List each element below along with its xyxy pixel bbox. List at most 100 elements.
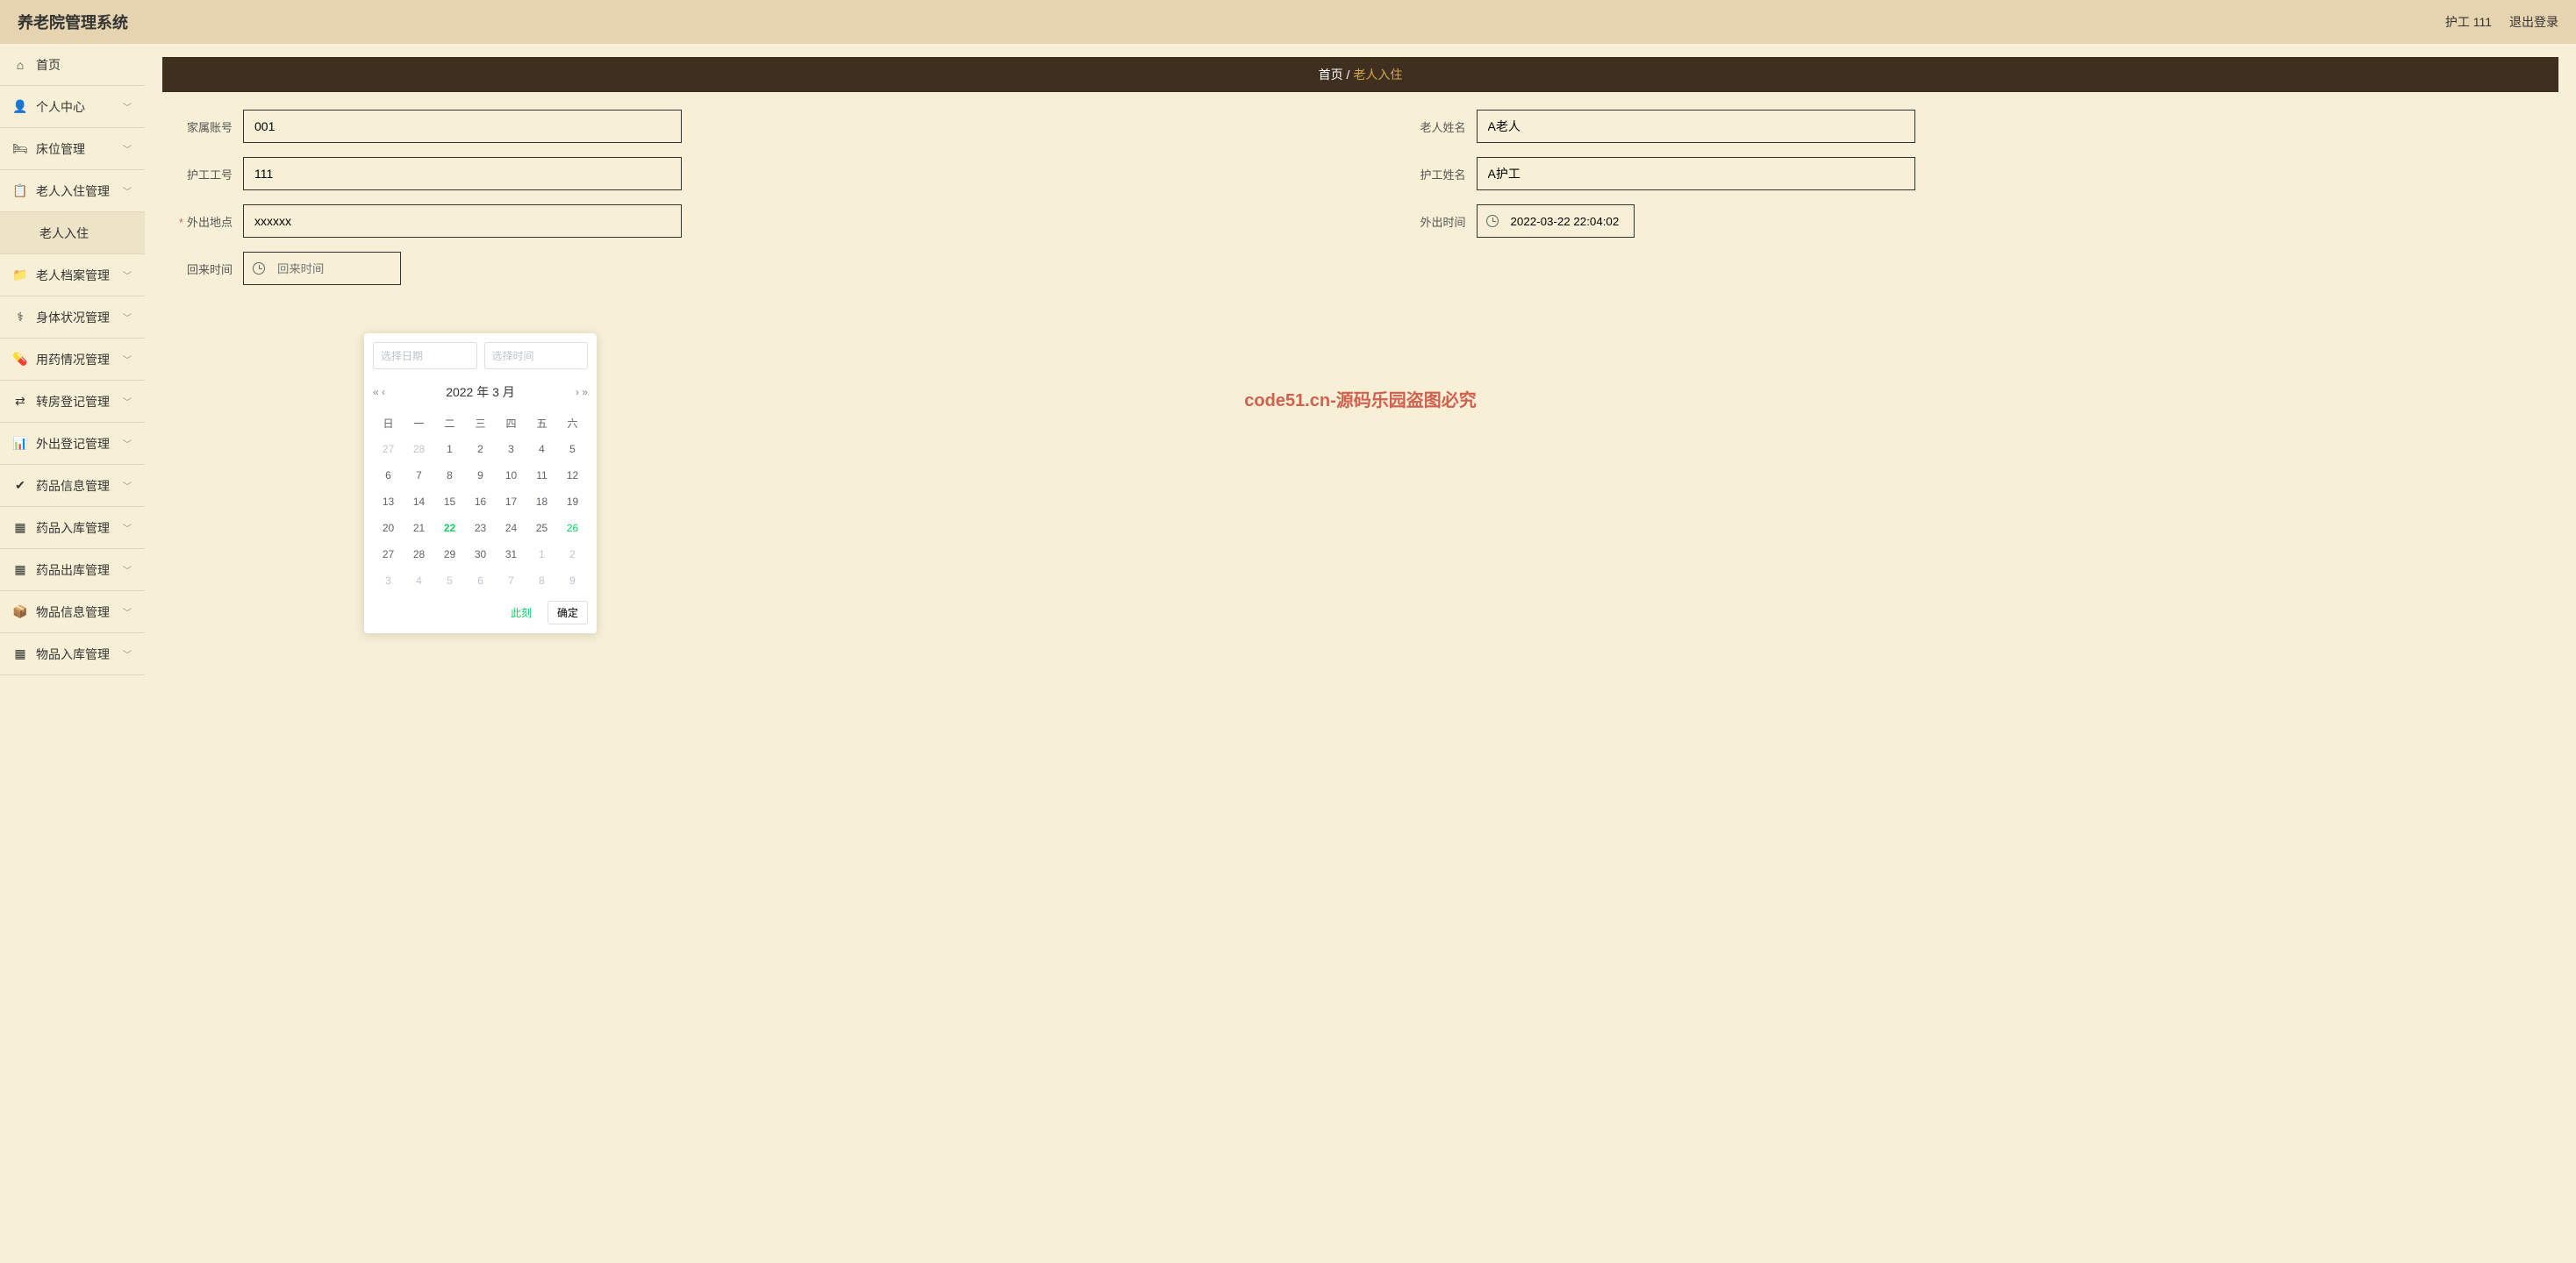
dp-day[interactable]: 15 [434,489,465,515]
dp-day[interactable]: 28 [404,436,434,462]
dp-day[interactable]: 8 [526,567,557,594]
dp-day[interactable]: 23 [465,515,496,541]
dp-day[interactable]: 13 [373,489,404,515]
clock-icon [253,262,265,275]
dp-day[interactable]: 8 [434,462,465,489]
logout-link[interactable]: 退出登录 [2509,13,2558,31]
sidebar-item-1[interactable]: 👤个人中心﹀ [0,86,145,128]
chevron-down-icon: ﹀ [123,353,132,366]
sidebar: ⌂首页👤个人中心﹀🛏床位管理﹀📋老人入住管理﹀ 老人入住 📁老人档案管理﹀⚕身体状况… [0,44,145,1263]
sidebar-item-3[interactable]: 📋老人入住管理﹀ [0,170,145,212]
dp-day[interactable]: 2 [465,436,496,462]
dp-day[interactable]: 16 [465,489,496,515]
family-account-label: 家属账号 [162,118,233,135]
dp-day[interactable]: 9 [465,462,496,489]
dp-day[interactable]: 1 [526,541,557,567]
dp-day[interactable]: 2 [557,541,588,567]
dp-day[interactable]: 26 [557,515,588,541]
dp-day[interactable]: 7 [496,567,526,594]
sidebar-item-label: 药品信息管理 [36,477,123,495]
sidebar-item-12[interactable]: ▦药品出库管理﹀ [0,549,145,591]
user-role[interactable]: 护工 111 [2445,13,2492,31]
sidebar-item-label: 老人入住 [39,225,132,242]
dp-day[interactable]: 5 [557,436,588,462]
dp-day[interactable]: 22 [434,515,465,541]
dp-day[interactable]: 4 [526,436,557,462]
chevron-down-icon: ﹀ [123,605,132,618]
sidebar-item-6[interactable]: ⚕身体状况管理﹀ [0,296,145,339]
dp-day[interactable]: 19 [557,489,588,515]
sidebar-item-13[interactable]: 📦 物品信息管理﹀ [0,591,145,633]
dp-day[interactable]: 17 [496,489,526,515]
dp-day[interactable]: 5 [434,567,465,594]
dp-day[interactable]: 12 [557,462,588,489]
dp-time-input[interactable]: 选择时间 [484,342,589,369]
sidebar-item-2[interactable]: 🛏床位管理﹀ [0,128,145,170]
family-account-input[interactable] [243,110,682,143]
out-place-input[interactable] [243,204,682,238]
dp-day[interactable]: 28 [404,541,434,567]
dp-day[interactable]: 9 [557,567,588,594]
elder-name-input[interactable] [1477,110,1915,143]
sidebar-item-11[interactable]: ▦药品入库管理﹀ [0,507,145,549]
dp-day[interactable]: 7 [404,462,434,489]
nurse-name-input[interactable] [1477,157,1915,190]
chevron-down-icon: ﹀ [123,647,132,660]
sidebar-item-4[interactable]: 老人入住 [0,212,145,254]
dp-next-year-icon[interactable]: › » [576,386,588,398]
dp-day[interactable]: 3 [373,567,404,594]
dp-day[interactable]: 30 [465,541,496,567]
sidebar-item-0[interactable]: ⌂首页 [0,44,145,86]
sidebar-item-label: 物品信息管理 [36,603,123,621]
form: 家属账号 老人姓名 护工工号 护工姓名 外出地点 外出时间 [162,110,2558,285]
dp-day[interactable]: 14 [404,489,434,515]
sidebar-item-5[interactable]: 📁老人档案管理﹀ [0,254,145,296]
dp-day[interactable]: 18 [526,489,557,515]
sidebar-item-14[interactable]: ▦物品入库管理﹀ [0,633,145,675]
out-time-input[interactable] [1511,205,1666,237]
elder-name-label: 老人姓名 [1396,118,1466,135]
nurse-id-input[interactable] [243,157,682,190]
breadcrumb-home[interactable]: 首页 [1319,68,1343,82]
dp-day[interactable]: 21 [404,515,434,541]
dp-day[interactable]: 27 [373,436,404,462]
sidebar-item-8[interactable]: ⇄转房登记管理﹀ [0,381,145,423]
header-right: 护工 111 退出登录 [2445,13,2558,31]
chevron-down-icon: ﹀ [123,142,132,155]
chevron-down-icon: ﹀ [123,521,132,534]
sidebar-item-label: 用药情况管理 [36,351,123,368]
dp-date-input[interactable]: 选择日期 [373,342,477,369]
home-icon: ⌂ [13,58,27,72]
dp-day[interactable]: 31 [496,541,526,567]
out-place-label: 外出地点 [162,213,233,230]
main-content: 首页 / 老人入住 家属账号 老人姓名 护工工号 护工姓名 外出地点 [145,44,2576,1263]
dp-day[interactable]: 20 [373,515,404,541]
dp-prev-year-icon[interactable]: « ‹ [373,386,385,398]
dp-day[interactable]: 10 [496,462,526,489]
dp-ok-button[interactable]: 确定 [547,601,588,624]
dp-day[interactable]: 3 [496,436,526,462]
item-icon: 📦 [13,605,27,619]
sidebar-item-9[interactable]: 📊外出登记管理﹀ [0,423,145,465]
dp-day[interactable]: 29 [434,541,465,567]
chevron-down-icon: ﹀ [123,563,132,576]
header: 养老院管理系统 护工 111 退出登录 [0,0,2576,44]
dp-now-button[interactable]: 此刻 [502,601,540,624]
dp-day[interactable]: 25 [526,515,557,541]
dp-day[interactable]: 11 [526,462,557,489]
dp-day[interactable]: 24 [496,515,526,541]
sidebar-item-label: 老人档案管理 [36,267,123,284]
dp-day[interactable]: 27 [373,541,404,567]
dp-day[interactable]: 1 [434,436,465,462]
sidebar-item-10[interactable]: ✔药品信息管理﹀ [0,465,145,507]
drug-icon: ✔ [13,479,27,493]
return-time-input[interactable] [277,253,433,284]
sidebar-item-label: 转房登记管理 [36,393,123,410]
sidebar-item-label: 药品入库管理 [36,519,123,537]
dp-day[interactable]: 4 [404,567,434,594]
sidebar-item-label: 药品出库管理 [36,561,123,579]
dp-day[interactable]: 6 [373,462,404,489]
dp-day[interactable]: 6 [465,567,496,594]
body-icon: ⚕ [13,310,27,325]
sidebar-item-7[interactable]: 💊用药情况管理﹀ [0,339,145,381]
